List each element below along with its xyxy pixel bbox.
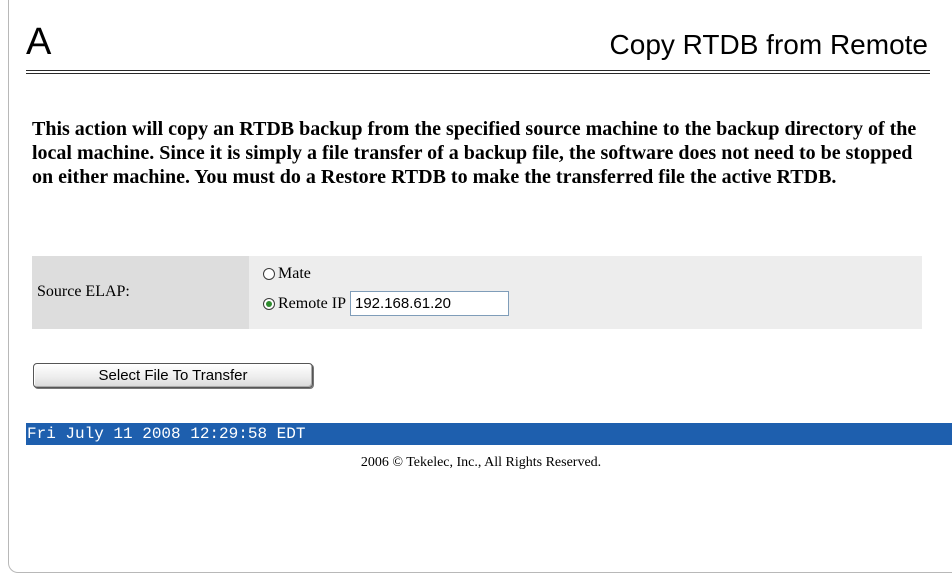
header-divider xyxy=(26,70,930,74)
header-letter: A xyxy=(26,21,52,63)
page-title: Copy RTDB from Remote xyxy=(609,29,928,60)
status-timestamp: Fri July 11 2008 12:29:58 EDT xyxy=(27,425,306,443)
mate-option-label[interactable]: Mate xyxy=(278,265,311,283)
action-description: This action will copy an RTDB backup fro… xyxy=(32,118,917,188)
status-bar: Fri July 11 2008 12:29:58 EDT xyxy=(26,423,952,445)
copyright-notice: 2006 © Tekelec, Inc., All Rights Reserve… xyxy=(360,455,602,470)
source-form: Source ELAP: Mate Remote IP xyxy=(32,256,922,329)
remote-ip-radio[interactable] xyxy=(263,297,275,310)
select-file-button[interactable]: Select File To Transfer xyxy=(33,363,313,388)
remote-ip-option-label[interactable]: Remote IP xyxy=(278,295,346,313)
remote-ip-input[interactable] xyxy=(350,291,509,316)
remote-ip-option[interactable]: Remote IP xyxy=(263,291,509,316)
mate-option[interactable]: Mate xyxy=(263,265,311,283)
source-label-cell: Source ELAP: xyxy=(32,256,249,329)
mate-radio[interactable] xyxy=(263,268,275,280)
source-elap-label: Source ELAP: xyxy=(37,283,130,300)
